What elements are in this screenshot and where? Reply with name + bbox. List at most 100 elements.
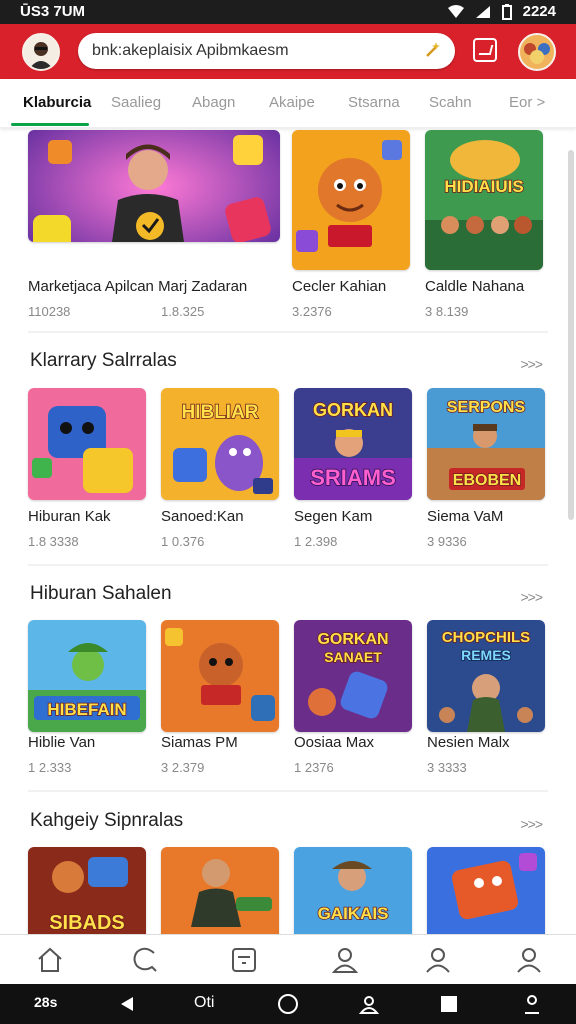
game-thumbnail: HIDIAIUIS	[425, 130, 543, 270]
bottom-navigation	[0, 934, 576, 984]
game-meta: 1 0.376	[161, 534, 205, 549]
thumb-title-text: GAIKAIS	[318, 904, 389, 923]
list-icon[interactable]	[229, 945, 259, 975]
game-title: Hiblie Van	[28, 734, 96, 751]
thumb-subtitle-text: SANAET	[324, 649, 382, 665]
game-title: Siema VaM	[427, 508, 504, 525]
game-title: Segen Kam	[294, 508, 373, 525]
section-more-link[interactable]: >>>	[520, 816, 543, 832]
game-meta: 1 2.398	[294, 534, 338, 549]
thumb-subtitle-text: EBOBEN	[453, 472, 521, 489]
chat-icon[interactable]	[130, 945, 160, 975]
game-meta: 1.8 3338	[28, 534, 79, 549]
game-thumbnail: SERPONS EBOBEN	[427, 388, 545, 500]
section-title: Hiburan Sahalen	[30, 583, 172, 604]
game-thumbnail	[292, 130, 410, 270]
section-divider	[28, 564, 548, 566]
thumb-title-text: CHOPCHILS	[442, 629, 530, 646]
accessibility-icon[interactable]	[522, 993, 542, 1015]
game-thumbnail: HIBLIAR	[161, 388, 279, 500]
assistant-icon[interactable]	[358, 993, 380, 1015]
thumb-title-text: GORKAN	[313, 400, 393, 420]
game-meta-secondary: 1.8.325	[161, 304, 205, 319]
recents-icon[interactable]	[440, 995, 458, 1013]
game-thumbnail	[28, 388, 146, 500]
game-title: Marketjaca Apilcan Marj Zadaran	[28, 278, 248, 295]
profile-icon[interactable]	[330, 945, 360, 975]
thumb-title-text: HIDIAIUIS	[444, 177, 523, 196]
battery-text: 2224	[522, 3, 556, 20]
active-tab-indicator	[11, 123, 89, 126]
section-more-link[interactable]: >>>	[520, 589, 543, 605]
system-left-text: 28s	[34, 994, 58, 1010]
game-title: Caldle Nahana	[425, 278, 525, 295]
top-app-bar: bnk:akeplaisix Apibmkaesm	[0, 24, 576, 79]
profile-avatar[interactable]	[22, 33, 60, 71]
game-thumbnail	[427, 847, 545, 934]
status-time: ŪS3 7UM	[20, 3, 86, 20]
game-meta: 3 3333	[427, 760, 467, 775]
search-text: bnk:akeplaisix Apibmkaesm	[92, 42, 289, 59]
group-avatar[interactable]	[518, 33, 556, 71]
tab-scahn[interactable]: Scahn	[429, 94, 472, 111]
system-mid-text: Oti	[194, 994, 215, 1011]
thumb-title-text: SIBADS	[49, 912, 125, 934]
game-meta: 1 2376	[294, 760, 334, 775]
signal-icon	[475, 5, 490, 18]
thumb-subtitle-text: REMES	[461, 647, 511, 663]
section-more-link[interactable]: >>>	[520, 356, 543, 372]
game-meta: 3.2376	[292, 304, 332, 319]
scrollbar[interactable]	[568, 150, 574, 520]
game-meta: 3 8.139	[425, 304, 469, 319]
thumb-title-text: GORKAN	[317, 631, 388, 648]
game-title: Hiburan Kak	[28, 508, 111, 525]
home-icon[interactable]	[35, 945, 65, 975]
game-thumbnail: HIBEFAIN	[28, 620, 146, 732]
system-navigation-bar: 28s Oti	[0, 984, 576, 1024]
home-button-icon[interactable]	[277, 993, 299, 1015]
tab-klaburcia[interactable]: Klaburcia	[23, 94, 91, 111]
account-icon[interactable]	[514, 945, 544, 975]
profile-avatar-image	[29, 42, 53, 69]
game-title: Sanoed:Kan	[161, 508, 244, 525]
section-divider	[28, 790, 548, 792]
game-title: Siamas PM	[161, 734, 238, 751]
status-icons: 2224	[447, 3, 556, 20]
game-thumbnail	[161, 847, 279, 934]
game-meta: 3 9336	[427, 534, 467, 549]
section-title: Kahgeiy Sipnralas	[30, 810, 184, 831]
battery-icon	[501, 3, 512, 20]
thumb-title-text: HIBEFAIN	[47, 700, 126, 719]
game-title: Cecler Kahian	[292, 278, 387, 295]
tab-saalieg[interactable]: Saalieg	[111, 94, 161, 111]
thumb-subtitle-text: SRIAMS	[310, 465, 396, 490]
tab-abagn[interactable]: Abagn	[192, 94, 235, 111]
game-thumbnail: GORKAN SRIAMS	[294, 388, 412, 500]
section-divider	[28, 331, 548, 333]
game-meta: 1 2.333	[28, 760, 72, 775]
search-bar[interactable]: bnk:akeplaisix Apibmkaesm	[78, 33, 455, 69]
tab-akaipe[interactable]: Akaipe	[269, 94, 315, 111]
game-thumbnail: SIBADS	[28, 847, 146, 934]
game-meta: 3 2.379	[161, 760, 205, 775]
tab-stsarna[interactable]: Stsarna	[348, 94, 400, 111]
game-title: Nesien Malx	[427, 734, 510, 751]
wifi-icon	[447, 4, 464, 18]
section-title: Klarrary Salrralas	[30, 350, 177, 371]
inbox-icon[interactable]	[473, 38, 497, 62]
thumb-title-text: SERPONS	[447, 399, 526, 416]
tab-more[interactable]: Eor >	[509, 94, 545, 111]
game-thumbnail: GAIKAIS	[294, 847, 412, 934]
game-thumbnail: GORKAN SANAET	[294, 620, 412, 732]
main-content[interactable]: Marketjaca Apilcan Marj Zadaran 110238 1…	[0, 128, 576, 934]
game-meta: 110238	[28, 304, 71, 319]
group-avatar-image	[524, 43, 550, 64]
user-icon[interactable]	[423, 945, 453, 975]
game-thumbnail: CHOPCHILS REMES	[427, 620, 545, 732]
wand-icon[interactable]	[423, 40, 443, 60]
game-title: Oosiaa Max	[294, 734, 375, 751]
status-bar: ŪS3 7UM 2224	[0, 0, 576, 24]
game-thumbnail	[161, 620, 279, 732]
thumb-title-text: HIBLIAR	[181, 402, 258, 423]
back-icon[interactable]	[118, 995, 136, 1013]
